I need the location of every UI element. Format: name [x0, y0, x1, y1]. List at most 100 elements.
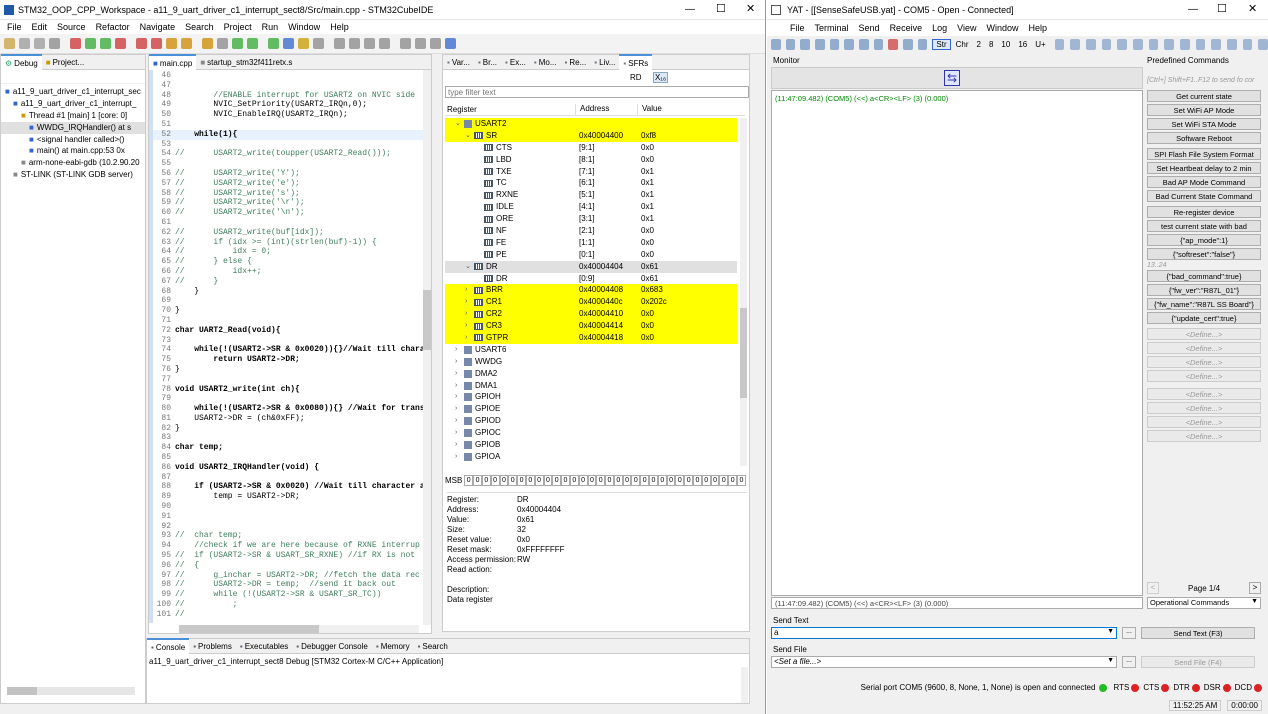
expand-icon[interactable]: › — [465, 320, 474, 332]
expand-icon[interactable]: › — [465, 296, 474, 308]
yat-menu-terminal[interactable]: Terminal — [810, 23, 854, 33]
prev-page-button[interactable]: < — [1147, 582, 1159, 594]
toolbar-icon[interactable] — [202, 38, 213, 49]
yat-minimize-icon[interactable]: — — [1188, 4, 1198, 15]
expand-icon[interactable]: › — [455, 451, 464, 463]
predefined-command-button[interactable]: {"softreset":"false"} — [1147, 248, 1261, 260]
yat-menu-receive[interactable]: Receive — [885, 23, 928, 33]
predefined-command-button[interactable]: Set WiFi STA Mode — [1147, 118, 1261, 130]
toolbar-icon[interactable] — [232, 38, 243, 49]
toolbar-icon[interactable] — [115, 38, 126, 49]
yat-toolbar-icon[interactable] — [1070, 38, 1081, 50]
define-command-button[interactable]: <Define...> — [1147, 356, 1261, 368]
bit-cell[interactable]: 0 — [613, 474, 623, 486]
expand-icon[interactable]: › — [465, 284, 474, 296]
tab-search[interactable]: ▪ Search — [414, 638, 452, 654]
bit-cell[interactable]: 0 — [517, 474, 526, 486]
bit-cell[interactable]: 0 — [666, 474, 676, 486]
maximize-icon[interactable]: ☐ — [716, 2, 726, 15]
radix-button[interactable]: 8 — [986, 40, 996, 49]
yat-toolbar-icon[interactable] — [1133, 38, 1143, 50]
toolbar-icon[interactable] — [181, 38, 192, 49]
debug-tree-item[interactable]: ■ <signal handler called>() — [1, 134, 145, 146]
toolbar-icon[interactable] — [247, 38, 258, 49]
expand-icon[interactable]: › — [455, 415, 464, 427]
bit-cell[interactable]: 0 — [569, 474, 579, 486]
operational-select[interactable]: Operational Commands ▼ — [1147, 597, 1261, 609]
sfr-row[interactable]: › GPIOH — [445, 391, 737, 403]
toolbar-icon[interactable] — [100, 38, 111, 49]
bit-cell[interactable]: 0 — [719, 474, 729, 486]
bit-cell[interactable]: 0 — [552, 474, 562, 486]
sfr-row[interactable]: NF [2:1] 0x0 — [445, 225, 737, 237]
yat-toolbar-icon[interactable] — [1086, 38, 1096, 50]
sfr-row[interactable]: › GPIOB — [445, 439, 737, 451]
yat-toolbar-icon[interactable] — [1101, 38, 1112, 50]
tab-debug[interactable]: ⚙ Debug — [1, 54, 42, 70]
toolbar-icon[interactable] — [313, 38, 324, 49]
predefined-command-button[interactable]: {"fw_ver":"R87L_01"} — [1147, 284, 1261, 296]
direction-toggle-icon[interactable]: ⇆ — [944, 70, 960, 86]
send-file-button[interactable]: Send File (F4) — [1141, 656, 1255, 668]
expand-icon[interactable]: › — [455, 344, 464, 356]
tab-br[interactable]: ▪ Br... — [474, 54, 501, 70]
toolbar-icon[interactable] — [364, 38, 375, 49]
debug-tree-item[interactable]: ■ main() at main.cpp:53 0x — [1, 145, 145, 157]
bit-cell[interactable]: 0 — [543, 474, 553, 486]
sfr-row[interactable]: › CR2 0x40004410 0x0 — [445, 308, 737, 321]
bit-cell[interactable]: 0 — [534, 474, 544, 486]
sfr-row[interactable]: ⌄ DR 0x40004404 0x61 — [445, 260, 737, 273]
sfr-row[interactable]: DR [0:9] 0x61 — [445, 273, 737, 285]
tab-memory[interactable]: ▪ Memory — [372, 638, 414, 654]
radix-button[interactable]: 16 — [1015, 40, 1030, 49]
predefined-command-button[interactable]: Software Reboot — [1147, 132, 1261, 144]
tab-startup-s[interactable]: ■ startup_stm32f411retx.s — [196, 54, 296, 70]
toolbar-icon[interactable] — [334, 38, 345, 49]
sfr-row[interactable]: › DMA1 — [445, 380, 737, 392]
debug-hscrollbar[interactable] — [7, 687, 135, 695]
tab-main-cpp[interactable]: ■ main.cpp — [149, 54, 197, 70]
bit-cell[interactable]: 0 — [675, 474, 685, 486]
bit-cell[interactable]: 0 — [693, 474, 702, 486]
bit-cell[interactable]: 0 — [587, 474, 597, 486]
sfr-row[interactable]: PE [0:1] 0x0 — [445, 249, 737, 261]
bit-cell[interactable]: 0 — [525, 474, 535, 486]
editor-vscrollbar[interactable] — [423, 70, 431, 625]
yat-toolbar-icon[interactable] — [815, 38, 825, 50]
console-vscrollbar[interactable] — [741, 667, 748, 703]
bit-cell[interactable]: 0 — [596, 474, 606, 486]
predefined-command-button[interactable]: Set WiFi AP Mode — [1147, 104, 1261, 116]
yat-menu-log[interactable]: Log — [927, 23, 952, 33]
yat-toolbar-icon[interactable] — [873, 38, 884, 50]
sfr-row[interactable]: › BRR 0x40004408 0x683 — [445, 284, 737, 297]
yat-toolbar-icon[interactable] — [1242, 38, 1253, 50]
bit-cell[interactable]: 0 — [631, 474, 641, 486]
send-file-browse[interactable]: ... — [1122, 656, 1136, 668]
sfr-row[interactable]: › WWDG — [445, 356, 737, 368]
collapse-icon[interactable]: ⌄ — [465, 261, 474, 273]
yat-toolbar-icon[interactable] — [771, 38, 781, 50]
tab-sfrs[interactable]: ▪ SFRs — [619, 54, 653, 70]
debug-tree-item[interactable]: ■ arm-none-eabi-gdb (10.2.90.20 — [1, 157, 145, 169]
tab-debugger-console[interactable]: ▪ Debugger Console — [292, 638, 372, 654]
debug-tree-item[interactable]: ■ ST-LINK (ST-LINK GDB server) — [1, 169, 145, 181]
expand-icon[interactable]: › — [455, 356, 464, 368]
bit-cell[interactable]: 0 — [622, 474, 632, 486]
expand-icon[interactable]: › — [465, 308, 474, 320]
collapse-icon[interactable]: ⌄ — [455, 118, 464, 130]
yat-toolbar-icon[interactable] — [829, 38, 840, 50]
predefined-command-button[interactable]: test current state with bad — [1147, 220, 1261, 232]
sfr-filter-input[interactable] — [445, 86, 749, 98]
sfr-row[interactable]: RXNE [5:1] 0x1 — [445, 189, 737, 201]
tab-ex[interactable]: ▪ Ex... — [501, 54, 530, 70]
yat-toolbar-icon[interactable] — [1180, 38, 1190, 50]
bit-cell[interactable]: 0 — [737, 474, 746, 486]
predefined-command-button[interactable]: Bad AP Mode Command — [1147, 176, 1261, 188]
predefined-command-button[interactable]: SPI Flash File System Format — [1147, 148, 1261, 160]
col-address[interactable]: Address — [575, 104, 637, 115]
tab-project[interactable]: ■ Project... — [42, 54, 88, 70]
bit-cell[interactable]: 0 — [481, 474, 491, 486]
sfr-vscrollbar[interactable] — [740, 118, 747, 466]
toolbar-icon[interactable] — [379, 38, 390, 49]
bit-cell[interactable]: 0 — [649, 474, 658, 486]
